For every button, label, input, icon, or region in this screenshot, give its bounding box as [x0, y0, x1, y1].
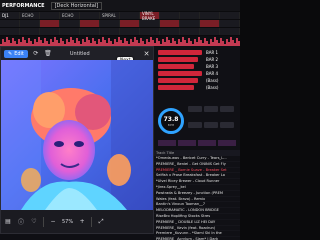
pad[interactable] — [198, 140, 216, 146]
fx-cell[interactable] — [160, 12, 180, 19]
heart-icon[interactable]: ♡ — [30, 218, 38, 226]
fx-cell[interactable] — [220, 28, 240, 35]
fx-cell[interactable] — [180, 12, 200, 19]
photo-viewer-window: ✎ Edit ⟳ 🗑 Untitled ✕ Next — [0, 46, 154, 234]
close-icon[interactable]: ✕ — [142, 49, 151, 58]
fx-cell[interactable] — [40, 28, 60, 35]
divider — [43, 216, 44, 227]
fx-cell[interactable] — [0, 28, 20, 35]
hot-cue-label: BAR 4 — [206, 71, 219, 76]
fx-cell[interactable] — [0, 20, 20, 27]
fx-cell[interactable]: ECHO — [60, 12, 80, 19]
bpm-jog-wheel[interactable]: 73.8 BPM — [158, 108, 184, 134]
bpm-value: 73.8 — [163, 115, 179, 123]
portrait-image — [1, 60, 153, 210]
hot-cue-label: BAR 3 — [206, 64, 219, 69]
fx-row-2 — [0, 20, 240, 27]
fx-cell[interactable] — [40, 12, 60, 19]
fx-cell[interactable] — [180, 20, 200, 27]
fit-icon[interactable]: ⤢ — [97, 218, 105, 226]
fx-cell[interactable] — [160, 20, 180, 27]
fx-cell[interactable] — [120, 28, 140, 35]
app-brand: PERFORMANCE — [2, 2, 45, 9]
rotate-icon[interactable]: ⟳ — [32, 50, 40, 58]
track-list: Track Title *Omeda.wav - Bericet Curry -… — [154, 150, 240, 240]
fx-cell[interactable] — [120, 12, 140, 19]
hot-cue-label: (Bass) — [206, 78, 219, 83]
zoom-out-icon[interactable]: − — [49, 218, 57, 226]
deck-button[interactable] — [204, 122, 218, 128]
viewer-bottom-bar: ▤ ⓘ ♡ − 57% + ⤢ — [1, 210, 153, 233]
fx-row-3 — [0, 28, 240, 35]
fx-cell[interactable]: SPIRAL — [100, 12, 120, 19]
fx-cell[interactable] — [100, 28, 120, 35]
right-deck: BAR 1 BAR 2 BAR 3 BAR 4 (Bass) (Bass) 73.8 BP… — [154, 46, 240, 240]
fx-row-1: DJ1 ECHO ECHO SPIRAL VINYL BRAKE — [0, 11, 240, 21]
fx-cell[interactable] — [80, 28, 100, 35]
fx-cell[interactable] — [20, 28, 40, 35]
fx-cell[interactable] — [20, 20, 40, 27]
hot-cue-label: (Bass) — [206, 85, 219, 90]
fx-cell[interactable]: DJ1 — [0, 12, 20, 19]
fx-cell[interactable]: ECHO — [20, 12, 40, 19]
edit-button[interactable]: ✎ Edit — [4, 49, 28, 58]
screen: PERFORMANCE [Deck Horizontal] DJ1 ECHO ECH… — [0, 0, 240, 240]
zoom-in-icon[interactable]: + — [78, 218, 86, 226]
fx-cell[interactable] — [220, 12, 240, 19]
fx-cell[interactable] — [180, 28, 200, 35]
fx-cell[interactable] — [200, 20, 220, 27]
fx-cell[interactable] — [80, 20, 100, 27]
deck-button[interactable] — [220, 122, 234, 128]
deck-button[interactable] — [204, 106, 218, 112]
deck-button[interactable] — [188, 122, 202, 128]
pad[interactable] — [158, 140, 176, 146]
fx-cell[interactable] — [160, 28, 180, 35]
pad[interactable] — [178, 140, 196, 146]
fx-cell[interactable] — [80, 12, 100, 19]
fx-cell[interactable] — [200, 12, 220, 19]
hot-cue-bar[interactable] — [158, 78, 198, 83]
deck-layout-select[interactable]: [Deck Horizontal] — [50, 1, 103, 10]
zoom-level[interactable]: 57% — [62, 219, 73, 225]
delete-icon[interactable]: 🗑 — [44, 50, 52, 58]
fx-cell[interactable] — [100, 20, 120, 27]
hot-cue-bar[interactable] — [158, 64, 194, 69]
fx-cell[interactable] — [140, 28, 160, 35]
deck-mini-buttons — [188, 106, 236, 136]
deck-button[interactable] — [220, 106, 234, 112]
hot-cue-bar[interactable] — [158, 71, 202, 76]
edit-label: Edit — [14, 50, 24, 57]
waveform-overview[interactable] — [0, 36, 240, 46]
bpm-unit: BPM — [167, 122, 175, 127]
fx-cell[interactable] — [60, 20, 80, 27]
deck-button[interactable] — [188, 106, 202, 112]
fx-cell[interactable]: VINYL BRAKE — [140, 11, 160, 21]
pencil-icon: ✎ — [8, 50, 13, 57]
fx-cell[interactable] — [120, 20, 140, 27]
hot-cue-bars: BAR 1 BAR 2 BAR 3 BAR 4 (Bass) (Bass) — [154, 46, 240, 94]
fx-cell[interactable] — [40, 20, 60, 27]
divider — [91, 216, 93, 227]
fx-cell[interactable] — [220, 20, 240, 27]
dj-top-bar: PERFORMANCE [Deck Horizontal] — [0, 0, 240, 11]
hot-cue-bar[interactable] — [158, 50, 202, 55]
fx-cell[interactable] — [200, 28, 220, 35]
fx-cell[interactable] — [60, 28, 80, 35]
hot-cue-label: BAR 1 — [206, 50, 219, 55]
viewer-title: Untitled — [69, 50, 90, 57]
fx-cell[interactable] — [140, 20, 160, 27]
filmstrip-icon[interactable]: ▤ — [4, 218, 12, 226]
pad[interactable] — [218, 140, 236, 146]
info-icon[interactable]: ⓘ — [17, 218, 25, 226]
hot-cue-bar[interactable] — [158, 57, 198, 62]
performance-pads — [158, 140, 236, 146]
photo-image[interactable] — [1, 60, 153, 210]
hot-cue-bar[interactable] — [158, 85, 194, 90]
hot-cue-label: BAR 2 — [206, 57, 219, 62]
